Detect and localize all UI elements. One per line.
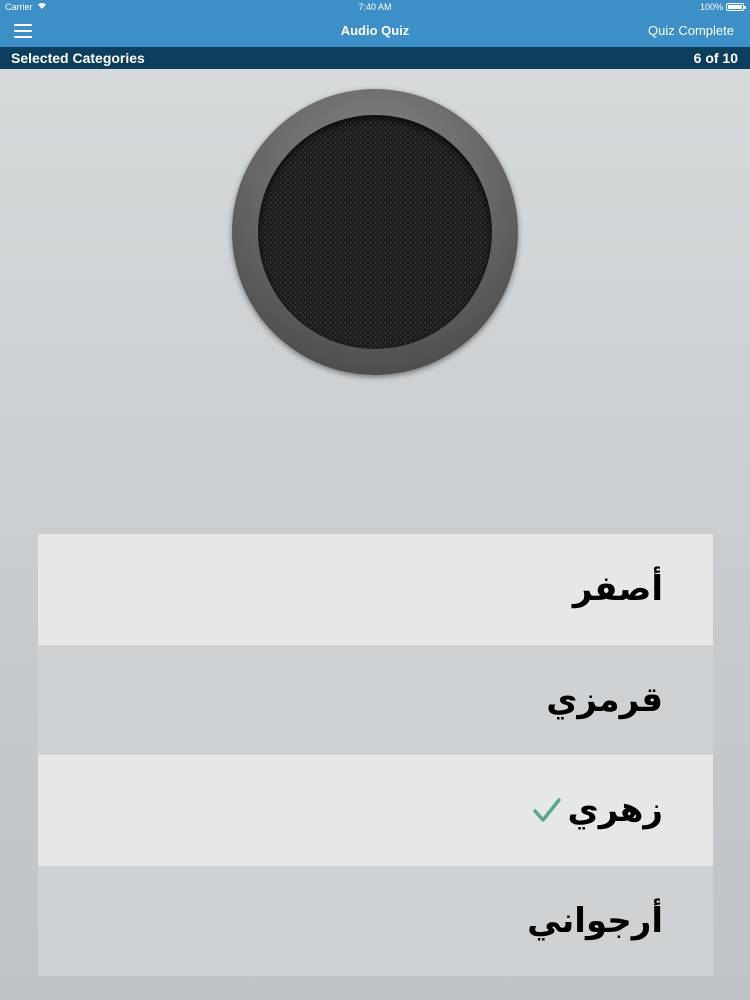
answer-list: أصفر قرمزي زهري أرجواني — [38, 534, 713, 976]
page-title: Audio Quiz — [340, 23, 410, 38]
status-bar: Carrier 7:40 AM 100% — [0, 0, 750, 14]
status-time: 7:40 AM — [358, 2, 392, 12]
quiz-progress: 6 of 10 — [693, 50, 738, 66]
speaker-icon[interactable] — [232, 89, 518, 375]
answer-option-3[interactable]: زهري — [38, 755, 713, 866]
speaker-grille — [258, 115, 492, 349]
subheader-bar: Selected Categories 6 of 10 — [0, 47, 750, 69]
checkmark-icon — [532, 798, 561, 822]
answer-text: زهري — [567, 790, 663, 831]
selected-categories-label: Selected Categories — [11, 50, 145, 66]
answer-option-1[interactable]: أصفر — [38, 534, 713, 645]
nav-bar: Audio Quiz Quiz Complete — [0, 14, 750, 47]
answer-text: قرمزي — [546, 679, 663, 720]
battery-percent: 100% — [699, 2, 723, 12]
battery-indicator: 100% — [699, 2, 746, 12]
battery-icon — [726, 3, 746, 11]
answer-option-4[interactable]: أرجواني — [38, 865, 713, 976]
answer-text: أصفر — [572, 569, 663, 610]
quiz-complete-button[interactable]: Quiz Complete — [648, 23, 734, 38]
answer-text: أرجواني — [527, 900, 663, 941]
answer-option-2[interactable]: قرمزي — [38, 644, 713, 755]
